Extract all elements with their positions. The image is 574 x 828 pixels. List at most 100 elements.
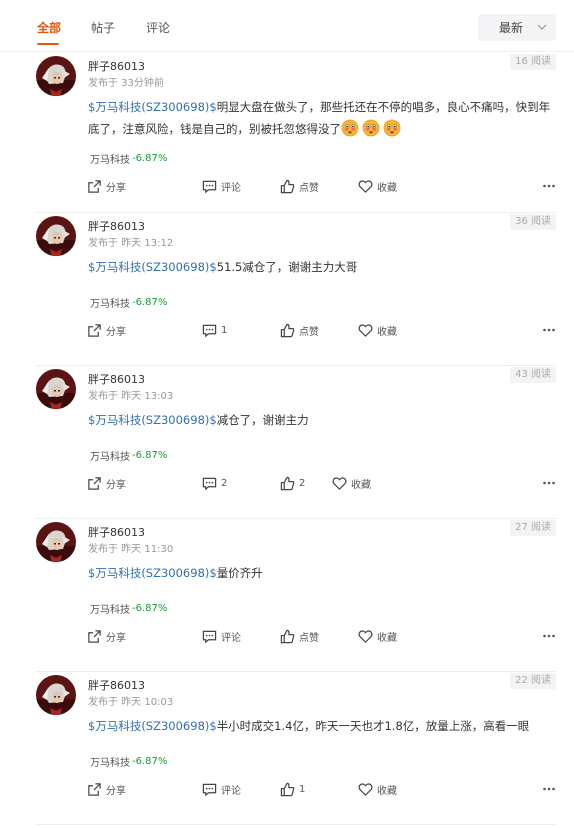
like-label: 点赞 (299, 326, 319, 338)
post-card: 胖子86013 发布于 昨天 13:03 43 阅读 $万马科技(SZ30069… (36, 366, 556, 519)
stock-quote-chip[interactable]: 万马科技 -6.87% (90, 754, 168, 769)
stock-quote-chip[interactable]: 万马科技 -6.87% (90, 601, 168, 616)
emoji-group (341, 119, 404, 137)
share-button[interactable]: 分享 (87, 780, 126, 798)
post-card: 胖子86013 发布于 33分钟前 16 阅读 $万马科技(SZ300698)$… (36, 53, 556, 213)
thumbs-up-icon (280, 476, 295, 490)
collect-label: 收藏 (377, 632, 397, 644)
comment-button[interactable]: 1 (202, 321, 227, 339)
comment-label: 评论 (221, 785, 241, 797)
avatar-image (36, 216, 76, 256)
collect-label: 收藏 (377, 785, 397, 797)
more-options-icon[interactable] (542, 782, 556, 796)
stock-tag-link[interactable]: $万马科技(SZ300698)$ (88, 413, 217, 427)
share-button[interactable]: 分享 (87, 321, 126, 339)
read-count-badge: 27 阅读 (510, 520, 556, 536)
quote-change-percent: -6.87% (132, 755, 168, 767)
username[interactable]: 胖子86013 (88, 371, 145, 387)
collect-button[interactable]: 收藏 (332, 474, 371, 492)
sort-dropdown[interactable]: 最新 (478, 14, 556, 41)
comment-label: 2 (221, 477, 228, 489)
username[interactable]: 胖子86013 (88, 677, 145, 693)
avatar[interactable] (36, 56, 76, 96)
avatar[interactable] (36, 522, 76, 562)
avatar[interactable] (36, 675, 76, 715)
like-button[interactable]: 2 (280, 474, 305, 492)
heart-icon (332, 476, 347, 490)
stock-quote-chip[interactable]: 万马科技 -6.87% (90, 295, 167, 310)
post-content: $万马科技(SZ300698)$减仓了，谢谢主力 (88, 409, 556, 431)
comment-label: 评论 (221, 182, 241, 194)
comment-icon (202, 477, 217, 490)
like-button[interactable]: 点赞 (280, 321, 319, 339)
share-button[interactable]: 分享 (87, 474, 126, 492)
username[interactable]: 胖子86013 (88, 524, 145, 540)
username[interactable]: 胖子86013 (88, 218, 145, 234)
avatar-image (36, 675, 76, 715)
read-count-badge: 16 阅读 (510, 54, 556, 70)
post-text: 量价齐升 (216, 566, 263, 580)
collect-label: 收藏 (377, 326, 397, 338)
tab-comments[interactable]: 评论 (146, 19, 170, 36)
post-feed: 胖子86013 发布于 33分钟前 16 阅读 $万马科技(SZ300698)$… (0, 53, 574, 825)
post-time: 发布于 昨天 13:03 (88, 391, 174, 402)
share-icon (88, 782, 101, 796)
active-tab-indicator (37, 43, 59, 45)
stock-quote-chip[interactable]: 万马科技 -6.87% (90, 448, 167, 463)
stock-quote-chip[interactable]: 万马科技 -6.87% (90, 151, 167, 166)
more-options-icon[interactable] (542, 629, 556, 643)
avatar-image (36, 56, 76, 96)
comment-icon (202, 180, 217, 193)
heart-icon (358, 323, 373, 337)
collect-label: 收藏 (377, 182, 397, 194)
quote-stock-name: 万马科技 (90, 757, 130, 769)
stock-tag-link[interactable]: $万马科技(SZ300698)$ (88, 719, 217, 733)
like-button[interactable]: 1 (280, 780, 305, 798)
post-actions: 分享 评论 点赞 收藏 (88, 177, 556, 195)
collect-button[interactable]: 收藏 (358, 780, 397, 798)
comment-button[interactable]: 2 (202, 474, 227, 492)
quote-change-percent: -6.87% (132, 602, 168, 614)
post-time: 发布于 昨天 13:12 (88, 238, 174, 249)
collect-button[interactable]: 收藏 (358, 177, 397, 195)
like-button[interactable]: 点赞 (280, 627, 319, 645)
flushed-face-icon (341, 119, 359, 137)
post-time: 发布于 昨天 10:03 (88, 697, 174, 708)
thumbs-up-icon (280, 629, 295, 643)
stock-tag-link[interactable]: $万马科技(SZ300698)$ (88, 566, 217, 580)
post-time: 发布于 昨天 11:30 (88, 544, 174, 555)
username[interactable]: 胖子86013 (88, 58, 145, 74)
collect-button[interactable]: 收藏 (358, 627, 397, 645)
comment-button[interactable]: 评论 (202, 780, 241, 798)
comment-button[interactable]: 评论 (202, 177, 241, 195)
more-options-icon[interactable] (542, 323, 556, 337)
like-button[interactable]: 点赞 (280, 177, 319, 195)
share-label: 分享 (106, 785, 126, 797)
post-text: 半小时成交1.4亿，昨天一天也才1.8亿，放量上涨，高看一眼 (216, 719, 530, 733)
tab-posts[interactable]: 帖子 (91, 19, 115, 36)
flushed-face-icon (362, 119, 380, 137)
post-content: $万马科技(SZ300698)$量价齐升 (88, 562, 556, 584)
avatar-image (36, 369, 76, 409)
avatar[interactable] (36, 369, 76, 409)
quote-stock-name: 万马科技 (90, 298, 130, 310)
stock-tag-link[interactable]: $万马科技(SZ300698)$ (88, 260, 217, 274)
comment-button[interactable]: 评论 (202, 627, 241, 645)
tab-all[interactable]: 全部 (37, 19, 61, 36)
stock-tag-link[interactable]: $万马科技(SZ300698)$ (88, 100, 217, 114)
post-actions: 分享 2 2 收藏 (88, 474, 556, 492)
thumbs-up-icon (280, 323, 295, 337)
more-options-icon[interactable] (542, 179, 556, 193)
quote-stock-name: 万马科技 (90, 604, 130, 616)
like-label: 点赞 (299, 632, 319, 644)
more-options-icon[interactable] (542, 476, 556, 490)
share-label: 分享 (106, 632, 126, 644)
like-label: 点赞 (299, 182, 319, 194)
share-button[interactable]: 分享 (87, 627, 126, 645)
collect-button[interactable]: 收藏 (358, 321, 397, 339)
share-button[interactable]: 分享 (87, 177, 126, 195)
comment-icon (202, 783, 217, 796)
post-card: 胖子86013 发布于 昨天 11:30 27 阅读 $万马科技(SZ30069… (36, 519, 556, 672)
thumbs-up-icon (280, 179, 295, 193)
avatar[interactable] (36, 216, 76, 256)
